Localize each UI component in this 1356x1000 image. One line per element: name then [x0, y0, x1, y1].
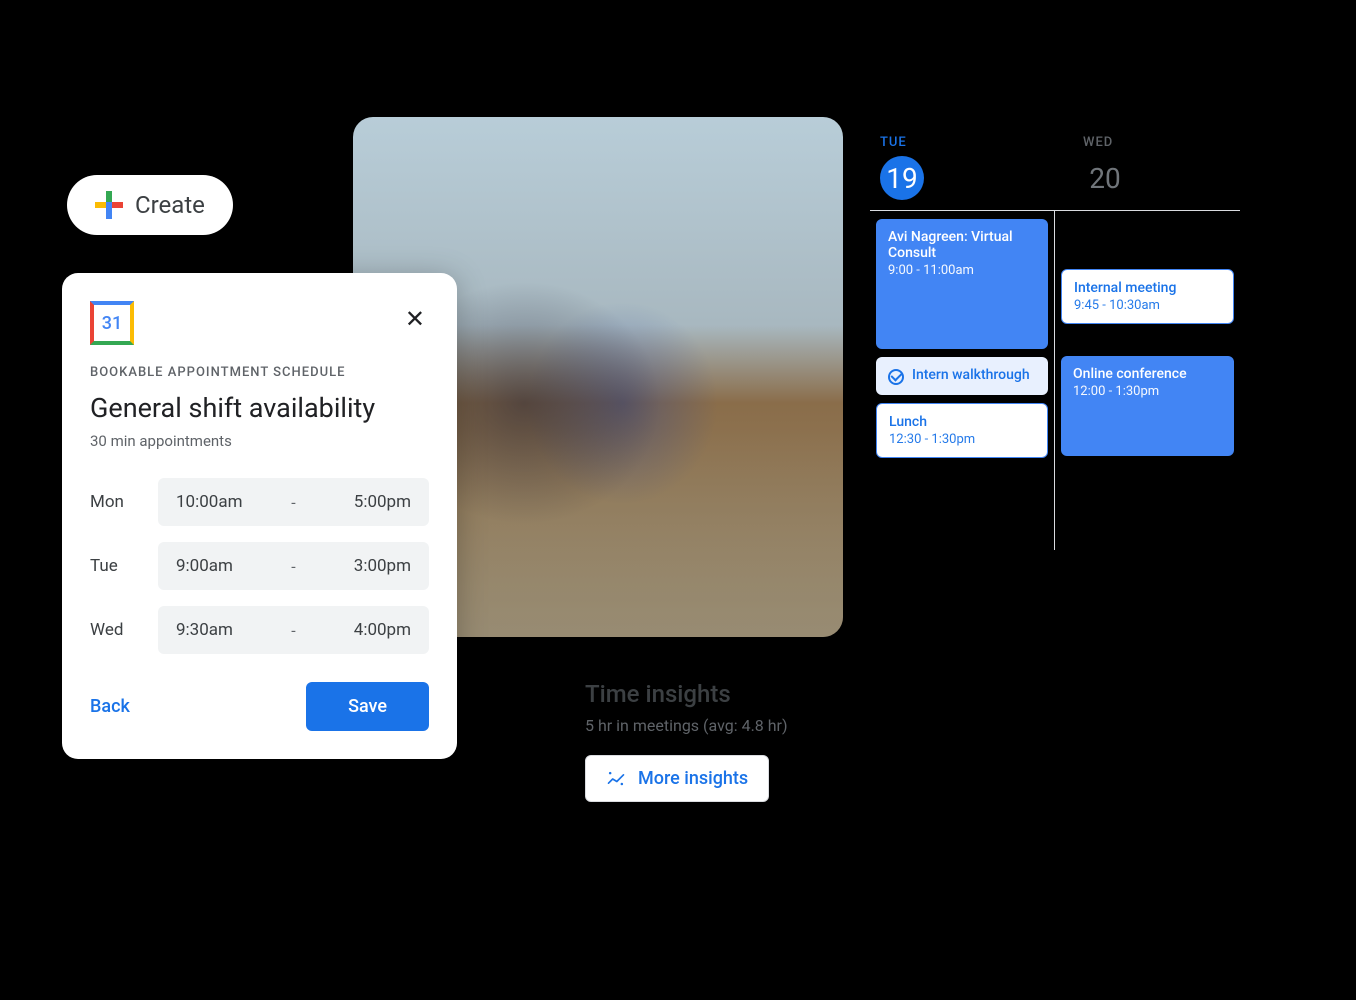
date-number: 20 [1083, 156, 1127, 200]
calendar-event-lunch[interactable]: Lunch 12:30 - 1:30pm [876, 403, 1048, 458]
insights-sparkle-icon [606, 769, 626, 789]
start-time: 10:00am [176, 492, 283, 512]
day-of-week: WED [1083, 135, 1113, 150]
calendar-event-online-conference[interactable]: Online conference 12:00 - 1:30pm [1061, 356, 1234, 456]
calendar-day-column: Internal meeting 9:45 - 10:30am Online c… [1055, 211, 1240, 550]
calendar-view: TUE 19 WED 20 Avi Nagreen: Virtual Consu… [870, 135, 1240, 550]
availability-row-mon: Mon 10:00am - 5:00pm [90, 478, 429, 526]
create-label: Create [135, 191, 205, 219]
appointment-subtitle: 30 min appointments [90, 432, 429, 450]
time-insights-section: Time insights 5 hr in meetings (avg: 4.8… [585, 680, 788, 802]
time-range-input[interactable]: 9:00am - 3:00pm [158, 542, 429, 590]
time-range-input[interactable]: 9:30am - 4:00pm [158, 606, 429, 654]
day-label: Tue [90, 556, 140, 576]
day-label: Mon [90, 492, 140, 512]
insights-title: Time insights [585, 680, 788, 708]
calendar-logo-icon: 31 [90, 301, 134, 345]
end-time: 3:00pm [304, 556, 411, 576]
plus-icon [95, 191, 123, 219]
appointment-eyebrow: BOOKABLE APPOINTMENT SCHEDULE [90, 365, 429, 380]
calendar-event-intern-walkthrough[interactable]: Intern walkthrough [876, 357, 1048, 395]
more-insights-button[interactable]: More insights [585, 755, 769, 802]
create-button[interactable]: Create [67, 175, 233, 235]
appointment-title: General shift availability [90, 392, 429, 424]
start-time: 9:30am [176, 620, 283, 640]
back-button[interactable]: Back [90, 696, 130, 717]
check-circle-icon [888, 369, 904, 385]
insights-subtitle: 5 hr in meetings (avg: 4.8 hr) [585, 716, 788, 735]
calendar-day-column: Avi Nagreen: Virtual Consult 9:00 - 11:0… [870, 211, 1055, 550]
day-of-week: TUE [880, 135, 907, 150]
date-number: 19 [880, 156, 924, 200]
appointment-schedule-card: 31 ✕ BOOKABLE APPOINTMENT SCHEDULE Gener… [62, 273, 457, 759]
save-button[interactable]: Save [306, 682, 429, 731]
close-icon[interactable]: ✕ [401, 301, 429, 337]
calendar-event-internal-meeting[interactable]: Internal meeting 9:45 - 10:30am [1061, 269, 1234, 324]
start-time: 9:00am [176, 556, 283, 576]
end-time: 5:00pm [304, 492, 411, 512]
time-range-input[interactable]: 10:00am - 5:00pm [158, 478, 429, 526]
calendar-column-header-tue[interactable]: TUE 19 [870, 135, 1055, 200]
calendar-event-virtual-consult[interactable]: Avi Nagreen: Virtual Consult 9:00 - 11:0… [876, 219, 1048, 349]
calendar-column-header-wed[interactable]: WED 20 [1055, 135, 1240, 200]
end-time: 4:00pm [304, 620, 411, 640]
availability-row-tue: Tue 9:00am - 3:00pm [90, 542, 429, 590]
availability-row-wed: Wed 9:30am - 4:00pm [90, 606, 429, 654]
day-label: Wed [90, 620, 140, 640]
more-insights-label: More insights [638, 768, 748, 789]
